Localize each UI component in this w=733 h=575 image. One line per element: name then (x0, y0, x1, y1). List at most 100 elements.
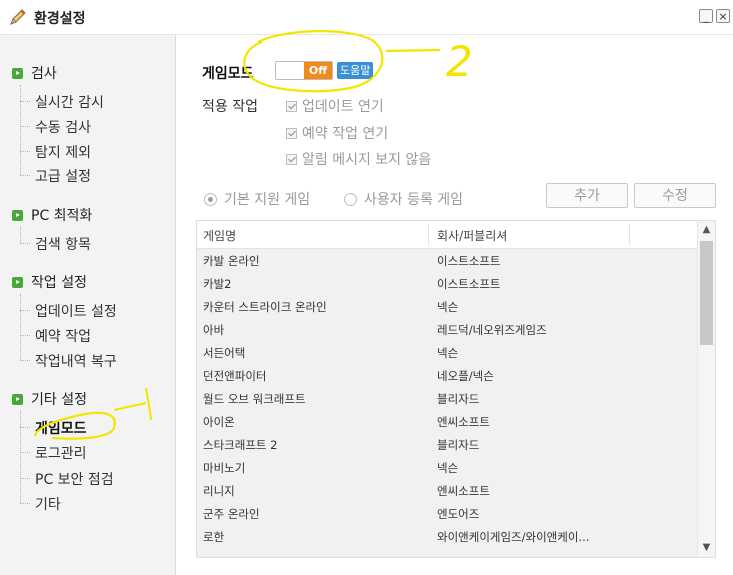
table-row[interactable]: 카발 온라인 이스트소프트 (197, 249, 699, 272)
sidebar-group-scan[interactable]: 검사 (12, 63, 57, 83)
window-title: 환경설정 (34, 11, 86, 27)
sidebar-group-task-settings[interactable]: 작업 설정 (12, 272, 87, 292)
arrow-bullet-icon (12, 210, 23, 221)
table-row[interactable]: 아이온 엔씨소프트 (197, 410, 699, 433)
tree-tick (20, 478, 30, 479)
close-button[interactable]: × (716, 9, 730, 23)
option-label: 알림 메시지 보지 않음 (302, 152, 432, 168)
sidebar-item-etc[interactable]: 기타 (35, 494, 61, 514)
sidebar-item-realtime-monitor[interactable]: 실시간 감시 (35, 92, 104, 112)
radio-label: 사용자 등록 게임 (364, 192, 464, 208)
sidebar-group-label: PC 최적화 (31, 208, 93, 224)
sidebar-item-update-settings[interactable]: 업데이트 설정 (35, 301, 117, 321)
sidebar-group-label: 작업 설정 (31, 275, 87, 291)
cell-publisher: 넥슨 (437, 461, 459, 475)
option-label: 예약 작업 연기 (302, 126, 389, 142)
sidebar-item-manual-scan[interactable]: 수동 검사 (35, 117, 91, 137)
game-mode-toggle[interactable]: Off (275, 61, 333, 80)
sidebar-item-exclusions[interactable]: 탐지 제외 (35, 142, 91, 162)
option-postpone-update[interactable]: 업데이트 연기 (286, 96, 384, 116)
scroll-thumb[interactable] (700, 241, 713, 345)
cell-publisher: 레드덕/네오위즈게임즈 (437, 323, 547, 337)
tree-tick (20, 360, 30, 361)
cell-game-name: 서든어택 (203, 346, 246, 360)
arrow-bullet-icon (12, 277, 23, 288)
table-row[interactable]: 월드 오브 워크래프트 블리자드 (197, 387, 699, 410)
table-row[interactable]: 던전앤파이터 네오플/넥슨 (197, 364, 699, 387)
sidebar-item-scheduled-tasks[interactable]: 예약 작업 (35, 326, 91, 346)
column-divider (629, 224, 630, 245)
table-row[interactable]: 마비노기 넥슨 (197, 456, 699, 479)
cell-game-name: 카운터 스트라이크 온라인 (203, 300, 327, 314)
help-link[interactable]: 도움말 (337, 62, 374, 79)
checkbox-checked-icon[interactable] (286, 128, 297, 139)
game-mode-heading: 게임모드 (202, 66, 254, 82)
tree-tick (20, 101, 30, 102)
pencil-icon (10, 9, 26, 25)
cell-publisher: 넥슨 (437, 346, 459, 360)
sidebar-item-search-items[interactable]: 검색 항목 (35, 234, 91, 254)
option-postpone-scheduled[interactable]: 예약 작업 연기 (286, 123, 388, 143)
table-body: 카발 온라인 이스트소프트 카발2 이스트소프트 카운터 스트라이크 온라인 넥슨 아… (197, 249, 699, 548)
sidebar-group-pc-optimize[interactable]: PC 최적화 (12, 205, 92, 225)
table-scrollbar[interactable]: ▲ ▼ (697, 221, 715, 557)
apply-tasks-label: 적용 작업 (202, 99, 258, 115)
sidebar-item-log-management[interactable]: 로그관리 (35, 443, 87, 463)
tree-tick (20, 335, 30, 336)
table-header: 게임명 회사/퍼블리셔 (197, 221, 699, 249)
scroll-down-icon[interactable]: ▼ (698, 539, 715, 557)
cell-game-name: 던전앤파이터 (203, 369, 267, 383)
sidebar-group-other-settings[interactable]: 기타 설정 (12, 389, 87, 409)
title-bar: 환경설정 _ × (0, 0, 733, 35)
column-header-publisher[interactable]: 회사/퍼블리셔 (437, 227, 507, 244)
radio-basic-games[interactable]: 기본 지원 게임 (204, 189, 310, 209)
sidebar-group-label: 기타 설정 (31, 392, 87, 408)
add-button[interactable]: 추가 (546, 183, 628, 208)
cell-game-name: 로한 (203, 530, 225, 544)
radio-label: 기본 지원 게임 (224, 192, 311, 208)
cell-game-name: 마비노기 (203, 461, 246, 475)
cell-publisher: 이스트소프트 (437, 254, 501, 268)
edit-button[interactable]: 수정 (634, 183, 716, 208)
sidebar-item-game-mode[interactable]: 게임모드 (35, 418, 87, 438)
table-row[interactable]: 리니지 엔씨소프트 (197, 479, 699, 502)
checkbox-checked-icon[interactable] (286, 101, 297, 112)
tree-tick (20, 310, 30, 311)
sidebar: 검사 실시간 감시 수동 검사 탐지 제외 고급 설정 PC 최적화 검색 항목… (0, 35, 176, 575)
cell-publisher: 네오플/넥슨 (437, 369, 494, 383)
arrow-bullet-icon (12, 394, 23, 405)
table-row[interactable]: 스타크래프트 2 블리자드 (197, 433, 699, 456)
column-header-game-name[interactable]: 게임명 (203, 227, 236, 244)
sidebar-group-label: 검사 (31, 66, 57, 82)
table-row[interactable]: 카운터 스트라이크 온라인 넥슨 (197, 295, 699, 318)
cell-game-name: 스타크래프트 2 (203, 438, 278, 452)
radio-user-games[interactable]: 사용자 등록 게임 (344, 189, 463, 209)
option-hide-notifications[interactable]: 알림 메시지 보지 않음 (286, 149, 431, 169)
sidebar-item-pc-security-check[interactable]: PC 보안 점검 (35, 469, 114, 489)
sidebar-item-advanced[interactable]: 고급 설정 (35, 166, 91, 186)
cell-game-name: 군주 온라인 (203, 507, 260, 521)
table-row[interactable]: 아바 레드덕/네오위즈게임즈 (197, 318, 699, 341)
table-row[interactable]: 로한 와이앤케이게임즈/와이앤케이... (197, 525, 699, 548)
cell-publisher: 엔씨소프트 (437, 484, 490, 498)
table-row[interactable]: 카발2 이스트소프트 (197, 272, 699, 295)
sidebar-item-task-history-restore[interactable]: 작업내역 복구 (35, 351, 117, 371)
table-row[interactable]: 서든어택 넥슨 (197, 341, 699, 364)
tree-line (20, 411, 21, 503)
toggle-state-label: Off (304, 62, 332, 79)
games-table: 게임명 회사/퍼블리셔 카발 온라인 이스트소프트 카발2 이스트소프트 카운터 스… (196, 220, 716, 558)
tree-tick (20, 126, 30, 127)
cell-game-name: 리니지 (203, 484, 235, 498)
radio-unselected-icon[interactable] (344, 193, 357, 206)
cell-publisher: 와이앤케이게임즈/와이앤케이... (437, 530, 590, 544)
tree-tick (20, 151, 30, 152)
checkbox-checked-icon[interactable] (286, 154, 297, 165)
radio-selected-icon[interactable] (204, 193, 217, 206)
table-row[interactable]: 군주 온라인 엔도어즈 (197, 502, 699, 525)
cell-publisher: 넥슨 (437, 300, 459, 314)
scroll-up-icon[interactable]: ▲ (698, 221, 715, 239)
minimize-button[interactable]: _ (699, 9, 713, 23)
cell-publisher: 블리자드 (437, 392, 480, 406)
cell-publisher: 엔도어즈 (437, 507, 480, 521)
cell-game-name: 카발2 (203, 277, 232, 291)
